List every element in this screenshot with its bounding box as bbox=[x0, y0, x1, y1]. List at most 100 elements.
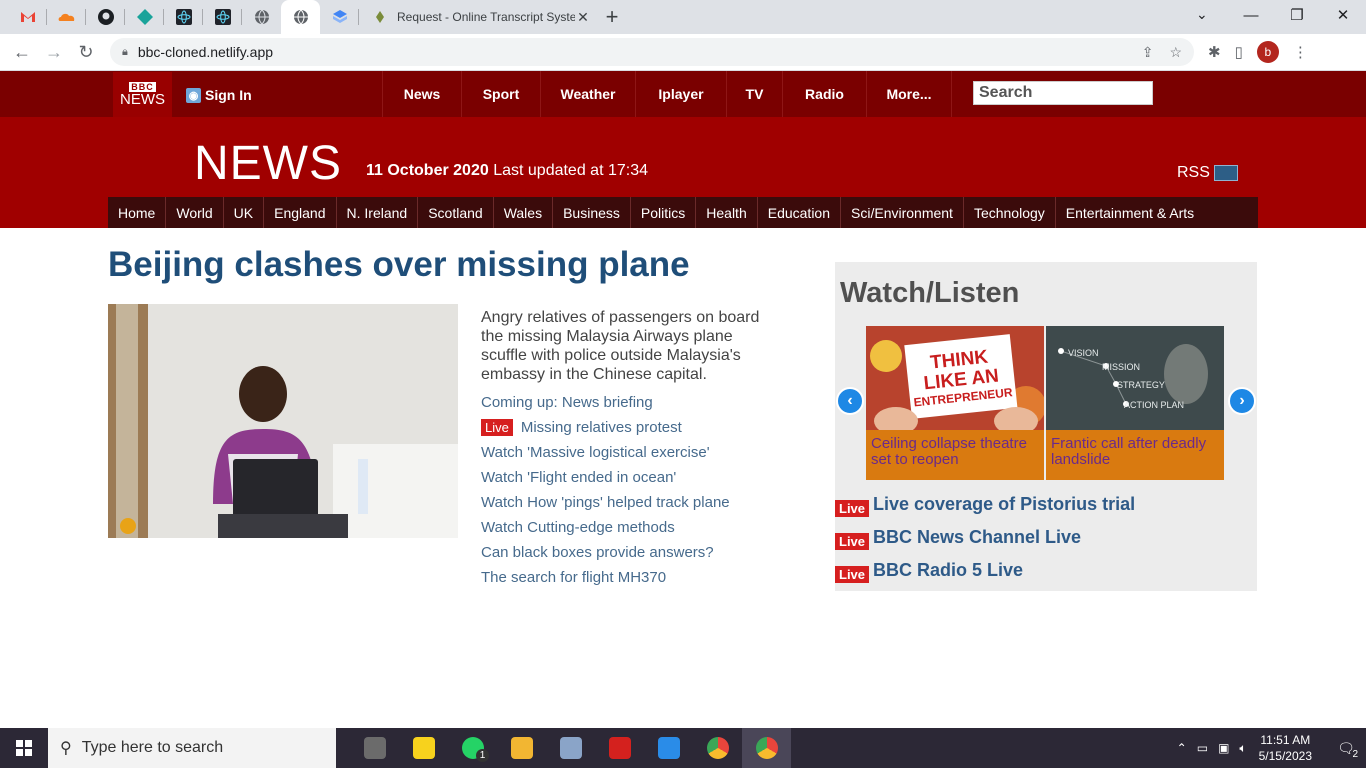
file-explorer-icon bbox=[510, 737, 533, 759]
section-uk[interactable]: UK bbox=[224, 197, 265, 228]
related-link[interactable]: The search for flight MH370 bbox=[481, 565, 730, 590]
notifications-button[interactable]: 🗨︎ 2 bbox=[1326, 728, 1366, 768]
date-text: 11 October 2020 bbox=[366, 162, 489, 179]
carousel-next-arrow-icon[interactable]: › bbox=[1228, 387, 1256, 415]
related-links: Coming up: News briefing Live Missing re… bbox=[481, 390, 730, 590]
search-input[interactable]: Search bbox=[973, 81, 1153, 105]
related-link[interactable]: Coming up: News briefing bbox=[481, 390, 730, 415]
story-headline[interactable]: Beijing clashes over missing plane bbox=[108, 245, 690, 285]
tab-cube[interactable] bbox=[320, 0, 359, 34]
story-photo[interactable] bbox=[108, 304, 458, 538]
section-technology[interactable]: Technology bbox=[964, 197, 1056, 228]
section-entertainment-arts[interactable]: Entertainment & Arts bbox=[1056, 197, 1204, 228]
new-tab-button[interactable]: + bbox=[597, 4, 627, 30]
chrome-app[interactable] bbox=[693, 728, 742, 768]
tab-search-chevron-icon[interactable]: ⌄ bbox=[1196, 6, 1208, 23]
related-link[interactable]: Watch 'Massive logistical exercise' bbox=[481, 440, 730, 465]
system-tray: ⌃ ▭ ▣ 🔈︎ 11:51 AM 5/15/2023 🗨︎ 2 bbox=[1177, 728, 1366, 768]
related-link-text: Missing relatives protest bbox=[520, 419, 682, 436]
back-arrow-icon[interactable]: ← bbox=[6, 42, 38, 63]
related-link-live[interactable]: Live Missing relatives protest bbox=[481, 415, 730, 440]
acrobat-app[interactable] bbox=[595, 728, 644, 768]
extensions-puzzle-icon[interactable]: ✱ bbox=[1208, 43, 1221, 61]
section-home[interactable]: Home bbox=[108, 197, 167, 228]
photos-app[interactable] bbox=[350, 728, 399, 768]
nav-tv[interactable]: TV bbox=[726, 71, 782, 117]
live-link[interactable]: Live BBC Radio 5 Live bbox=[835, 554, 1135, 587]
tab-transcript[interactable]: Request - Online Transcript Syste ✕ bbox=[359, 0, 591, 34]
section-scotland[interactable]: Scotland bbox=[418, 197, 494, 228]
network-icon[interactable]: ▣ bbox=[1218, 741, 1229, 756]
taskbar-apps: 1 bbox=[350, 728, 791, 768]
carousel-prev-arrow-icon[interactable]: ‹ bbox=[836, 387, 864, 415]
nav-iplayer[interactable]: Iplayer bbox=[635, 71, 726, 117]
close-tab-icon[interactable]: ✕ bbox=[575, 9, 591, 26]
rss-link[interactable]: RSS bbox=[1177, 164, 1238, 182]
chrome-profile-app[interactable] bbox=[742, 728, 791, 768]
live-link[interactable]: Live BBC News Channel Live bbox=[835, 521, 1135, 554]
sticky-notes-app[interactable] bbox=[399, 728, 448, 768]
tab-cloudflare[interactable] bbox=[47, 0, 86, 34]
bookmark-star-icon[interactable]: ☆ bbox=[1169, 44, 1182, 61]
nav-radio[interactable]: Radio bbox=[782, 71, 866, 117]
nav-more[interactable]: More... bbox=[866, 71, 952, 117]
tab-active[interactable] bbox=[281, 0, 320, 34]
related-link[interactable]: Watch Cutting-edge methods bbox=[481, 515, 730, 540]
address-bar[interactable]: 🔒︎ bbc-cloned.netlify.app ⇪ ☆ bbox=[110, 38, 1194, 66]
side-panel-icon[interactable]: ▯ bbox=[1235, 43, 1243, 61]
share-icon[interactable]: ⇪ bbox=[1142, 44, 1154, 61]
battery-icon[interactable]: ▭ bbox=[1197, 741, 1208, 756]
vscode-app[interactable] bbox=[644, 728, 693, 768]
section-wales[interactable]: Wales bbox=[494, 197, 554, 228]
search-icon: ⚲ bbox=[60, 740, 72, 757]
tab-gmail[interactable] bbox=[8, 0, 47, 34]
start-button[interactable] bbox=[0, 728, 48, 768]
clock[interactable]: 11:51 AM 5/15/2023 bbox=[1259, 732, 1312, 764]
section-world[interactable]: World bbox=[166, 197, 224, 228]
taskbar-search-input[interactable]: ⚲ Type here to search bbox=[48, 728, 336, 768]
tab-github[interactable] bbox=[86, 0, 125, 34]
file-explorer-app[interactable] bbox=[497, 728, 546, 768]
tab-react-2[interactable] bbox=[203, 0, 242, 34]
nav-sport[interactable]: Sport bbox=[461, 71, 540, 117]
section-education[interactable]: Education bbox=[758, 197, 842, 228]
tab-favicon-icon bbox=[376, 11, 384, 23]
tab-diamond[interactable] bbox=[125, 0, 164, 34]
nav-weather[interactable]: Weather bbox=[540, 71, 635, 117]
sign-in-link[interactable]: ◉ Sign In bbox=[186, 87, 252, 103]
close-icon[interactable]: ✕ bbox=[1320, 0, 1366, 30]
section-sci-environment[interactable]: Sci/Environment bbox=[841, 197, 964, 228]
screenshot-app[interactable] bbox=[546, 728, 595, 768]
menu-kebab-icon[interactable]: ⋮ bbox=[1293, 43, 1308, 61]
live-link[interactable]: Live Live coverage of Pistorius trial bbox=[835, 488, 1135, 521]
reload-icon[interactable]: ↻ bbox=[70, 42, 102, 63]
profile-avatar[interactable]: b bbox=[1256, 41, 1279, 63]
section-politics[interactable]: Politics bbox=[631, 197, 697, 228]
related-link[interactable]: Watch How 'pings' helped track plane bbox=[481, 490, 730, 515]
video-card[interactable]: VISION MISSION STRATEGY ACTION PLAN Fran… bbox=[1046, 326, 1224, 480]
watch-listen-panel: Watch/Listen ‹ THINK LIKE AN ENTREPRENEU… bbox=[835, 262, 1257, 591]
sign-in-label: Sign In bbox=[205, 87, 252, 103]
related-link[interactable]: Watch 'Flight ended in ocean' bbox=[481, 465, 730, 490]
restore-icon[interactable]: ❐ bbox=[1274, 0, 1320, 30]
whatsapp-app[interactable]: 1 bbox=[448, 728, 497, 768]
logo-bbc-text: BBC bbox=[129, 81, 156, 92]
section-n-ireland[interactable]: N. Ireland bbox=[337, 197, 419, 228]
tab-globe[interactable] bbox=[242, 0, 281, 34]
related-link[interactable]: Can black boxes provide answers? bbox=[481, 540, 730, 565]
section-business[interactable]: Business bbox=[553, 197, 631, 228]
sticky-notes-icon bbox=[412, 737, 435, 759]
video-card[interactable]: THINK LIKE AN ENTREPRENEUR Ceiling colla… bbox=[866, 326, 1044, 480]
minimize-icon[interactable]: — bbox=[1228, 0, 1274, 30]
chevron-up-icon[interactable]: ⌃ bbox=[1177, 741, 1187, 756]
volume-icon[interactable]: 🔈︎ bbox=[1239, 741, 1246, 756]
taskbar-search-placeholder: Type here to search bbox=[81, 739, 224, 756]
nav-news[interactable]: News bbox=[382, 71, 461, 117]
bbc-news-logo[interactable]: BBC NEWS bbox=[113, 72, 172, 117]
whatsapp-badge: 1 bbox=[476, 749, 489, 762]
forward-arrow-icon[interactable]: → bbox=[38, 42, 70, 63]
section-health[interactable]: Health bbox=[696, 197, 758, 228]
tab-react-1[interactable] bbox=[164, 0, 203, 34]
section-england[interactable]: England bbox=[264, 197, 337, 228]
story-photo-illustration bbox=[108, 304, 458, 538]
